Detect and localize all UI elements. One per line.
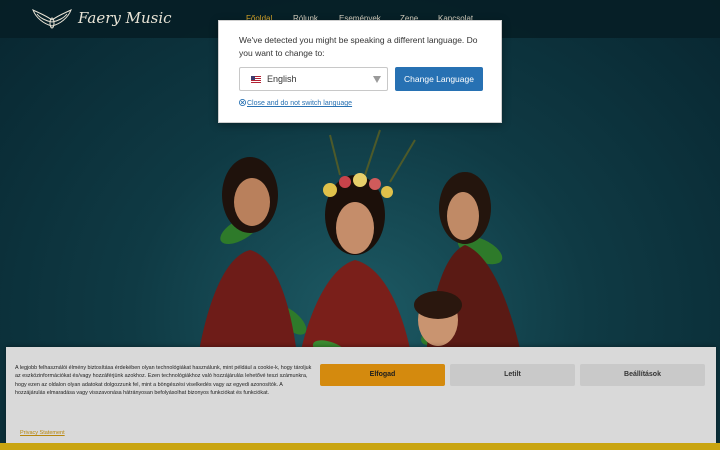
close-icon	[239, 99, 246, 106]
accept-cookies-button[interactable]: Elfogad	[320, 364, 445, 386]
cookie-text: A legjobb felhasználói élmény biztosítás…	[15, 365, 312, 397]
cookie-settings-button[interactable]: Beállítások	[580, 364, 705, 386]
language-message: We've detected you might be speaking a d…	[239, 35, 478, 58]
privacy-statement-link[interactable]: Privacy Statement	[20, 430, 65, 436]
close-language-link[interactable]: Close and do not switch language	[239, 99, 352, 109]
site-logo[interactable]: Faery Music	[30, 6, 172, 32]
deny-cookies-button[interactable]: Letilt	[450, 364, 575, 386]
chevron-down-icon	[373, 76, 381, 83]
bottom-accent-bar	[0, 443, 720, 450]
selected-language: English	[267, 74, 297, 84]
language-select[interactable]: English	[239, 67, 388, 91]
language-popup: We've detected you might be speaking a d…	[218, 20, 502, 123]
cookie-banner: A legjobb felhasználói élmény biztosítás…	[6, 347, 716, 443]
close-link-label: Close and do not switch language	[247, 100, 353, 107]
change-language-button[interactable]: Change Language	[395, 67, 483, 91]
us-flag-icon	[251, 76, 261, 83]
logo-text: Faery Music	[78, 9, 172, 27]
logo-wings-icon	[32, 8, 72, 29]
